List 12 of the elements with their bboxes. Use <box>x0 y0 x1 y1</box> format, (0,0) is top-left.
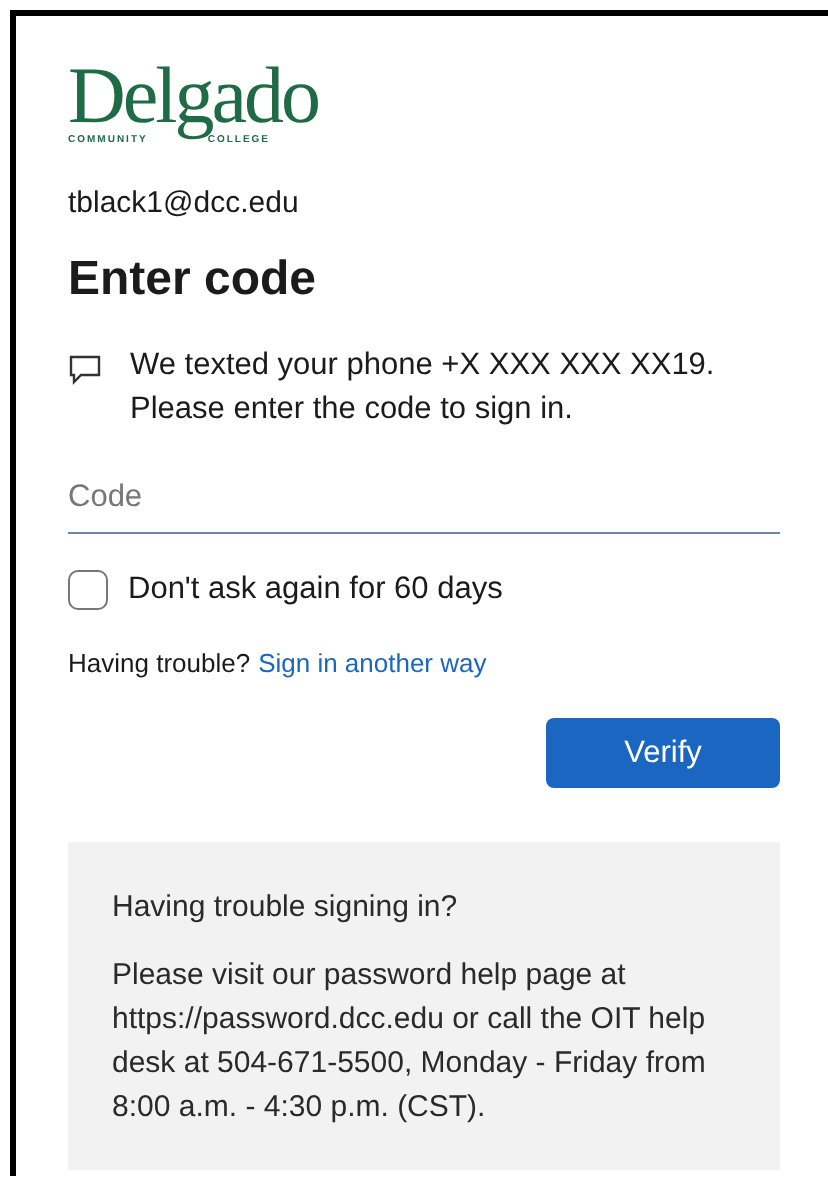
help-title: Having trouble signing in? <box>112 888 460 928</box>
sign-in-another-way-link[interactable]: Sign in another way <box>258 648 487 678</box>
message-text: Please enter the code to sign in. <box>130 390 575 430</box>
account-email: tblack1@dcc.edu <box>68 186 301 220</box>
page-heading: Enter code <box>68 252 319 308</box>
message-text: We texted your phone +X XXX XXX XX19. <box>130 346 715 386</box>
checkbox[interactable] <box>68 570 108 610</box>
trouble-text: Having trouble? <box>68 648 251 678</box>
chat-bubble-icon <box>68 354 102 386</box>
checkbox-label: Don't ask again for 60 days <box>128 572 503 608</box>
help-text: Please visit our password help page at https://password.dcc.edu or call the OIT help desk at 504-671-5500, Monday - Friday from 8:00 a.m. - 4:30 p.m. (CST). <box>112 956 708 1128</box>
verify-button[interactable]: Verify <box>546 718 780 788</box>
